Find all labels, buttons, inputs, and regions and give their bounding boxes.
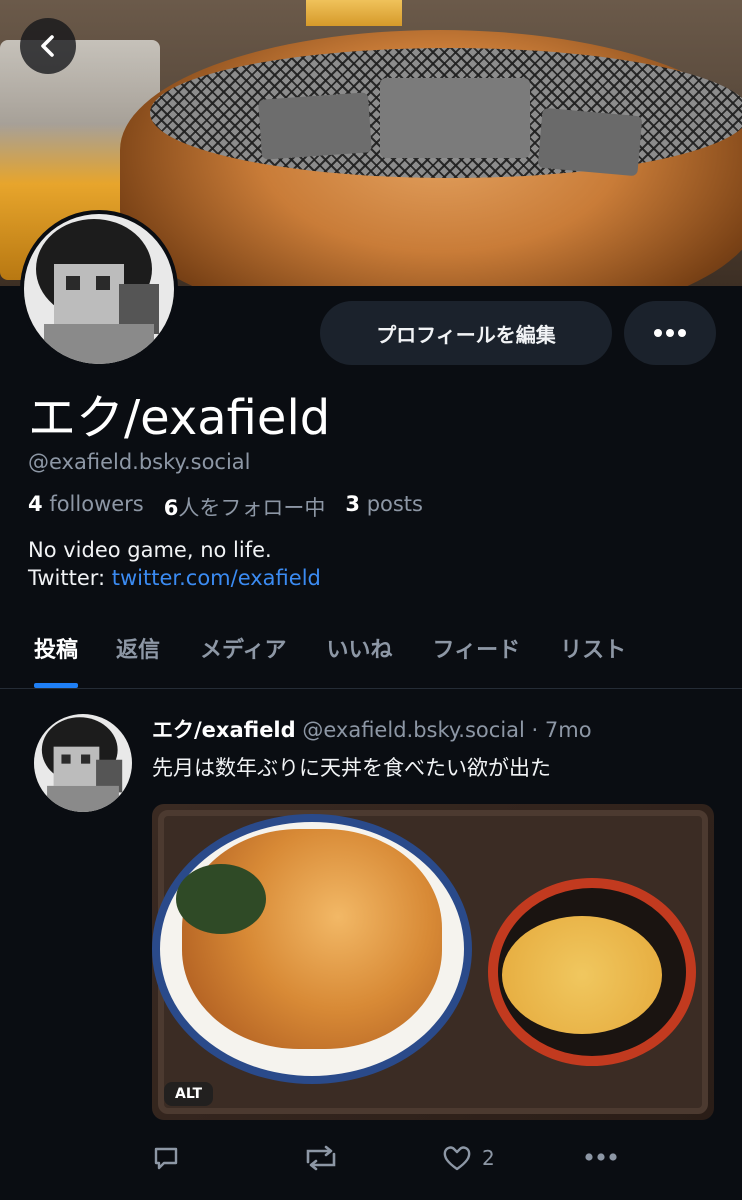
miso-soup	[502, 916, 662, 1034]
post-author-handle[interactable]: @exafield.bsky.social	[302, 718, 525, 742]
bio-twitter-link[interactable]: twitter.com/exafield	[112, 566, 321, 590]
following-label: 人をフォロー中	[178, 496, 326, 520]
profile-bio: No video game, no life. Twitter: twitter…	[28, 536, 321, 592]
following-count: 6	[163, 496, 179, 520]
followers-label: followers	[49, 492, 144, 516]
more-horizontal-icon	[585, 1153, 617, 1161]
like-button[interactable]: 2	[442, 1144, 495, 1172]
post-separator: ·	[524, 718, 545, 742]
tab-lists[interactable]: リスト	[560, 612, 626, 688]
post-actions: 2	[152, 1140, 632, 1180]
posts-count: 3	[345, 492, 360, 516]
profile-avatar[interactable]	[20, 210, 178, 368]
edit-profile-button[interactable]: プロフィールを編集	[320, 301, 612, 365]
tab-feeds[interactable]: フィード	[433, 612, 521, 688]
post-author-avatar[interactable]	[34, 714, 132, 812]
more-dots-icon	[654, 329, 686, 337]
bio-line: No video game, no life.	[28, 538, 272, 562]
post-image[interactable]: ALT	[152, 804, 714, 1120]
tabs-divider	[0, 688, 742, 689]
greens	[176, 864, 266, 934]
followers-count: 4	[28, 492, 43, 516]
back-button[interactable]	[20, 18, 76, 74]
post-author-name[interactable]: エク/exafield	[152, 718, 296, 742]
followers-stat[interactable]: 4 followers	[28, 492, 144, 522]
like-heart-icon	[443, 1146, 471, 1171]
post-age[interactable]: 7mo	[545, 718, 592, 742]
reply-button[interactable]	[152, 1144, 180, 1172]
bio-twitter-prefix: Twitter:	[28, 566, 112, 590]
tab-media[interactable]: メディア	[200, 612, 286, 688]
profile-tabs: 投稿 返信 メディア いいね フィード リスト	[0, 612, 742, 688]
repost-icon	[306, 1145, 336, 1171]
tab-likes[interactable]: いいね	[327, 612, 393, 688]
bio-line: Twitter: twitter.com/exafield	[28, 564, 321, 592]
posts-label: posts	[366, 492, 423, 516]
display-name: エク/exafield	[28, 390, 331, 446]
tab-posts[interactable]: 投稿	[34, 612, 79, 688]
posts-stat: 3 posts	[345, 492, 423, 522]
banner-coal	[258, 92, 372, 160]
repost-button[interactable]	[302, 1144, 340, 1172]
banner-coal	[380, 78, 530, 158]
banner-coal	[537, 107, 643, 177]
avatar-image	[24, 214, 174, 364]
post-more-button[interactable]	[584, 1152, 618, 1162]
profile-stats: 4 followers 6人をフォロー中 3 posts	[28, 492, 423, 522]
post-header: エク/exafield @exafield.bsky.social · 7mo	[152, 714, 592, 744]
post-text: 先月は数年ぶりに天丼を食べたい欲が出た	[152, 756, 551, 780]
following-stat[interactable]: 6人をフォロー中	[164, 492, 326, 522]
reply-icon	[154, 1147, 178, 1170]
tempura	[182, 829, 442, 1049]
back-arrow-icon	[41, 35, 54, 57]
avatar-image	[34, 714, 132, 812]
tab-replies[interactable]: 返信	[116, 612, 160, 688]
alt-badge[interactable]: ALT	[164, 1082, 213, 1106]
banner-beer-top	[306, 0, 402, 26]
profile-more-button[interactable]	[624, 301, 716, 365]
like-count: 2	[482, 1146, 495, 1170]
profile-handle: @exafield.bsky.social	[28, 450, 251, 474]
